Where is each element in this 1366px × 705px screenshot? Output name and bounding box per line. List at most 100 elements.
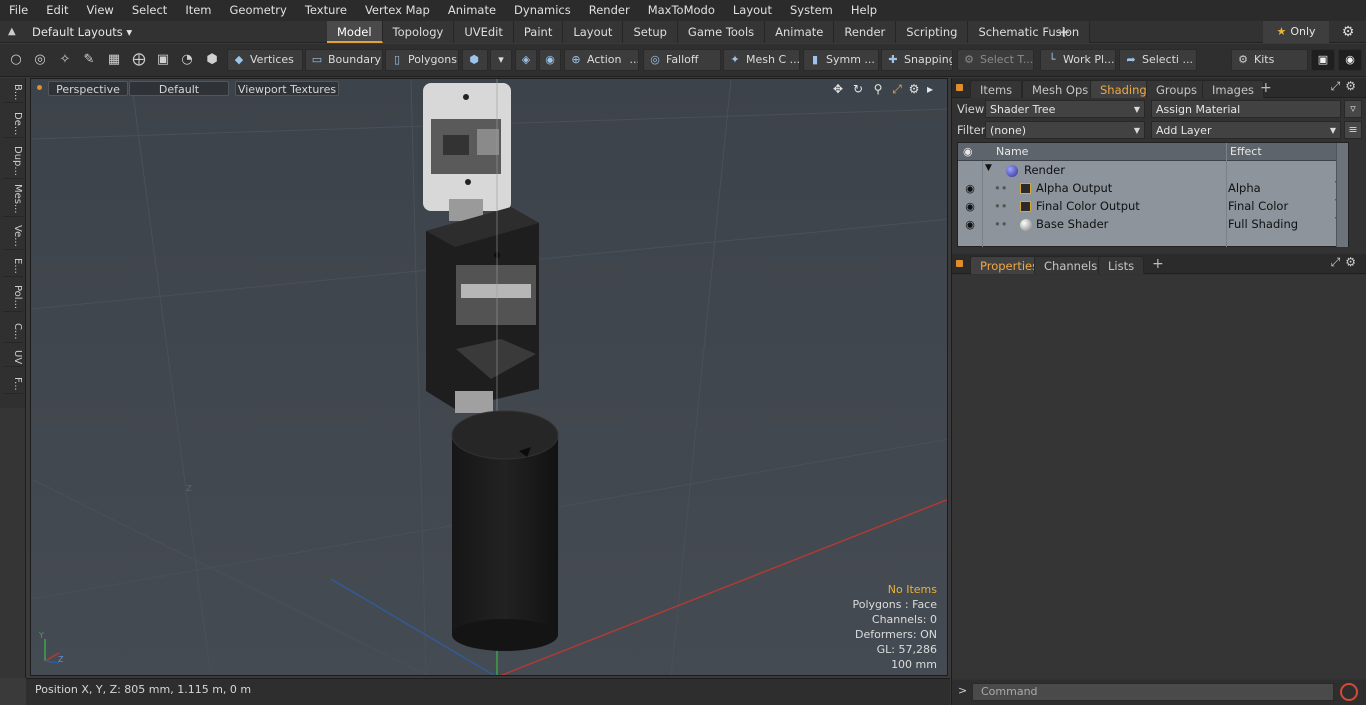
menu-vertex-map[interactable]: Vertex Map — [356, 0, 439, 21]
command-input[interactable]: Command — [972, 683, 1334, 701]
menu-geometry[interactable]: Geometry — [221, 0, 296, 21]
add-panel-tab-button[interactable]: + — [1260, 78, 1272, 98]
tab-mesh-ops[interactable]: Mesh Ops — [1022, 80, 1099, 98]
eye-icon[interactable]: ◉ — [963, 182, 977, 195]
menu-texture[interactable]: Texture — [296, 0, 356, 21]
shading-style-dropdown[interactable]: Default — [129, 81, 229, 96]
panel-menu-dot[interactable] — [956, 84, 963, 91]
left-tab-duplicate[interactable]: Dup... — [3, 144, 23, 179]
shader-tree-scrollbar[interactable] — [1336, 143, 1348, 247]
eye-icon[interactable]: ◉ — [963, 218, 977, 231]
boundary-button[interactable]: ▭ Boundary — [305, 49, 383, 71]
panel-gear-icon[interactable]: ⚙ — [1345, 79, 1361, 93]
shading-mode-dropdown[interactable]: ▾ — [490, 49, 512, 71]
zoom-view-icon[interactable]: ⚲ — [871, 82, 885, 96]
perspective-dropdown[interactable]: Perspective — [48, 81, 128, 96]
move-view-icon[interactable]: ✥ — [831, 82, 845, 96]
default-layouts-dropdown[interactable]: Default Layouts ▾ — [32, 21, 132, 43]
menu-item[interactable]: Item — [176, 0, 220, 21]
menu-layout[interactable]: Layout — [724, 0, 781, 21]
add-panel-tab-button[interactable]: + — [1152, 254, 1164, 274]
layout-menu-icon[interactable]: ▲ — [8, 26, 20, 38]
expand-icon[interactable]: ⤢ — [1331, 255, 1346, 269]
work-plane-button[interactable]: └ Work Pl... — [1040, 49, 1116, 71]
tab-layout[interactable]: Layout — [563, 21, 624, 43]
menu-help[interactable]: Help — [842, 0, 886, 21]
viewport-textures-dropdown[interactable]: Viewport Textures — [235, 81, 339, 96]
menu-animate[interactable]: Animate — [439, 0, 505, 21]
shader-row-effect[interactable]: Alpha — [1228, 181, 1261, 195]
tab-render[interactable]: Render — [834, 21, 897, 43]
shader-row-render[interactable]: ▼ Render — [958, 162, 1348, 180]
unreal-button[interactable]: ◉ — [1338, 49, 1362, 71]
polygons-button[interactable]: ▯ Polygons — [385, 49, 459, 71]
viewport-scene[interactable]: z — [31, 79, 948, 676]
expand-triangle-icon[interactable]: ▼ — [985, 163, 992, 173]
menu-maxtomodo[interactable]: MaxToModo — [639, 0, 724, 21]
brush-icon[interactable]: ✎ — [78, 49, 100, 71]
symmetry-button-b[interactable]: ◉ — [539, 49, 561, 71]
globe-icon[interactable]: ◎ — [29, 49, 51, 71]
tab-paint[interactable]: Paint — [513, 21, 564, 43]
left-tab-vertex[interactable]: Ve... — [3, 223, 23, 250]
tab-channels[interactable]: Channels — [1034, 256, 1108, 274]
left-tab-curve[interactable]: C... — [3, 321, 23, 343]
center-icon[interactable]: ⨁ — [128, 49, 150, 71]
filter-select[interactable]: (none) ▼ — [985, 121, 1145, 139]
shading-mode-button[interactable]: ⬢ — [462, 49, 488, 71]
add-tab-button[interactable]: + — [1056, 21, 1072, 43]
menu-dynamics[interactable]: Dynamics — [505, 0, 580, 21]
rotate-view-icon[interactable]: ↻ — [851, 82, 865, 96]
select-through-button[interactable]: ⚙ Select T... — [957, 49, 1034, 71]
viewport-arrow-icon[interactable]: ▸ — [923, 82, 937, 96]
pivot-icon[interactable]: ▣ — [152, 49, 174, 71]
left-tab-uv[interactable]: UV — [3, 348, 23, 368]
menu-file[interactable]: File — [0, 0, 37, 21]
mesh-constraint-button[interactable]: ✦ Mesh C ... — [723, 49, 800, 71]
left-tab-mesh-edit[interactable]: Mes... — [3, 182, 23, 217]
only-button[interactable]: ★ Only — [1263, 21, 1329, 43]
left-tab-polygon[interactable]: Pol... — [3, 283, 23, 313]
unity-button[interactable]: ▣ — [1311, 49, 1335, 71]
tab-groups[interactable]: Groups — [1146, 80, 1208, 98]
filter-funnel-icon[interactable]: ▿ — [1344, 100, 1362, 118]
panel-menu-dot[interactable] — [956, 260, 963, 267]
shader-row-effect[interactable]: Final Color — [1228, 199, 1288, 213]
left-tab-edge[interactable]: E... — [3, 256, 23, 277]
left-tab-basic[interactable]: B... — [3, 82, 23, 104]
material-icon[interactable]: ⬢ — [201, 49, 223, 71]
gear-icon[interactable]: ⚙ — [1336, 21, 1360, 43]
eye-icon[interactable]: ◉ — [963, 200, 977, 213]
add-layer-select[interactable]: Add Layer ▼ — [1151, 121, 1341, 139]
maximize-view-icon[interactable]: ⤢ — [890, 82, 904, 96]
items-icon[interactable]: ▦ — [103, 49, 125, 71]
tab-topology[interactable]: Topology — [382, 21, 455, 43]
action-center-button[interactable]: ⊕ Action... — [564, 49, 639, 71]
menu-select[interactable]: Select — [123, 0, 176, 21]
viewport-settings-icon[interactable]: ⚙ — [907, 82, 921, 96]
3d-viewport[interactable]: z Perspective Default Viewport Textures … — [30, 78, 948, 676]
selection-sets-button[interactable]: ➦ Selecti ... — [1119, 49, 1197, 71]
menu-view[interactable]: View — [78, 0, 123, 21]
menu-edit[interactable]: Edit — [37, 0, 77, 21]
symmetry-button[interactable]: ▮ Symm ... — [803, 49, 879, 71]
tab-uvedit[interactable]: UVEdit — [454, 21, 514, 43]
list-options-icon[interactable]: ≡ — [1344, 121, 1362, 139]
shader-row-effect[interactable]: Full Shading — [1228, 217, 1298, 231]
left-tab-fusion[interactable]: F... — [3, 375, 23, 394]
viewport-menu-dot[interactable] — [37, 85, 42, 90]
tab-setup[interactable]: Setup — [623, 21, 678, 43]
symmetry-button-a[interactable]: ◈ — [515, 49, 537, 71]
tab-items[interactable]: Items — [970, 80, 1023, 98]
menu-render[interactable]: Render — [580, 0, 639, 21]
left-tab-deform[interactable]: De... — [3, 110, 23, 139]
kits-button[interactable]: ⚙ Kits — [1231, 49, 1308, 71]
select-mode-circle-icon[interactable]: ○ — [5, 49, 27, 71]
tab-game-tools[interactable]: Game Tools — [677, 21, 766, 43]
record-macro-icon[interactable] — [1340, 683, 1358, 701]
tab-images[interactable]: Images — [1202, 80, 1265, 98]
tab-lists[interactable]: Lists — [1098, 256, 1145, 274]
pen-icon[interactable]: ✧ — [54, 49, 76, 71]
name-column-header[interactable]: Name — [996, 145, 1028, 158]
vertices-button[interactable]: ◆ Vertices — [227, 49, 303, 71]
